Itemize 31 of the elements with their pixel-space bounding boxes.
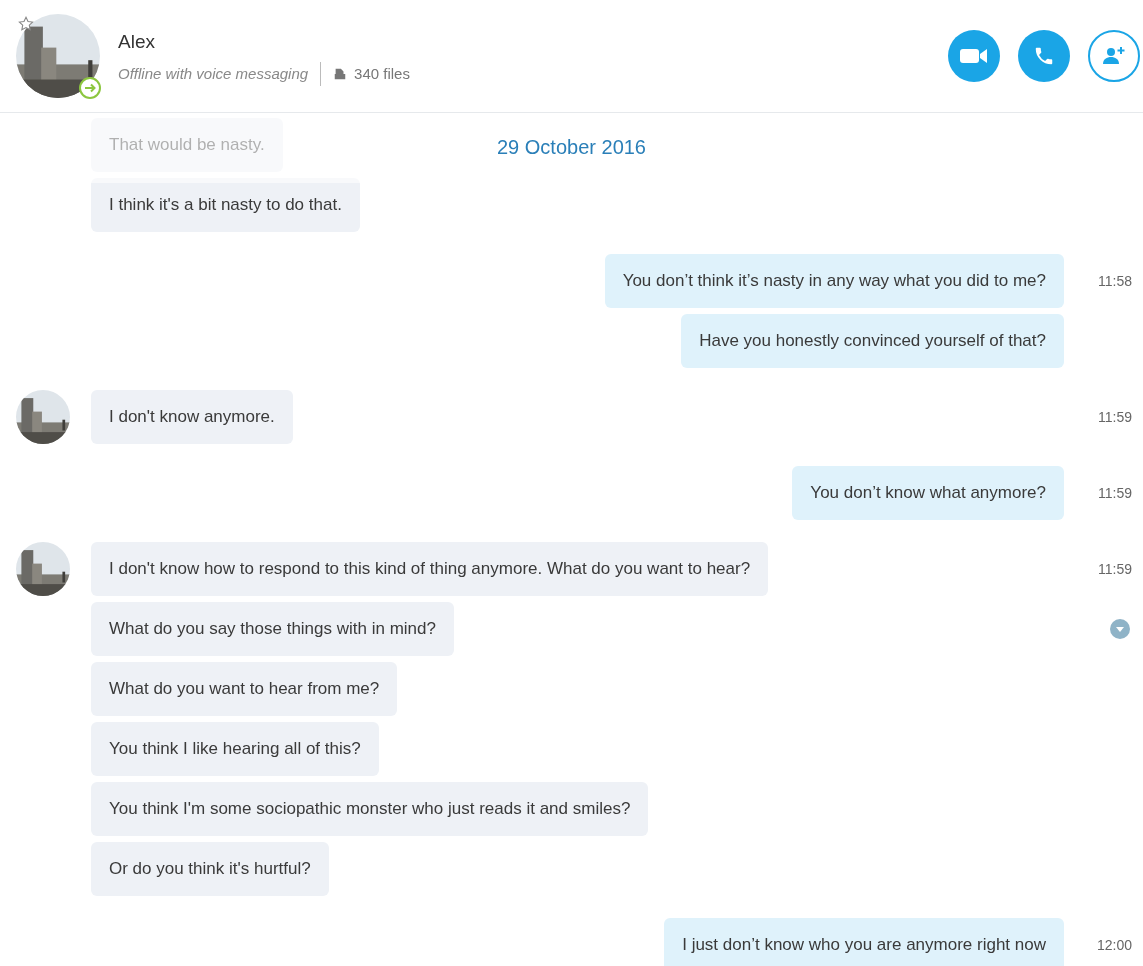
video-camera-icon [960,47,988,65]
message-bubble: I just don’t know who you are anymore right now [664,918,1064,966]
video-call-button[interactable] [948,30,1000,82]
phone-icon [1033,45,1055,67]
message-time: 11:58 [1098,271,1132,291]
contact-name: Alex [118,29,156,54]
message-time: 12:00 [1096,935,1132,955]
message-bubble: What do you say those things with in mind? [91,602,454,656]
message-bubble: That would be nasty. [91,118,283,172]
call-button[interactable] [1018,30,1070,82]
message-bubble: Or do you think it's hurtful? [91,842,329,896]
message-time: 11:59 [1098,407,1132,427]
message-bubble: You think I'm some sociopathic monster who just reads it and smiles? [91,782,649,836]
message-bubble: Have you honestly convinced yourself of that? [681,314,1064,368]
message-bubble: You don’t think it’s nasty in any way what you did to me? [604,254,1064,308]
star-icon[interactable] [17,15,35,33]
message-bubble: You think I like hearing all of this? [91,722,379,776]
files-count[interactable]: 340 files [354,63,410,86]
message-time: 11:59 [1098,483,1132,503]
message-bubble: I think it's a bit nasty to do that. [91,178,360,232]
message-menu-icon[interactable] [1110,619,1130,639]
message-bubble: I don't know anymore. [91,390,293,444]
message-bubble: What do you want to hear from me? [91,662,398,716]
add-person-icon [1101,45,1127,67]
status-text: Offline with voice messaging [118,64,309,84]
message-bubble: I don't know how to respond to this kind of thing anymore. What do you want to hear? [91,542,769,596]
status-icon [78,76,102,100]
files-icon[interactable] [333,67,348,82]
message-time: 11:59 [1098,559,1132,579]
message-bubble: You don’t know what anymore? [792,466,1064,520]
add-person-button[interactable] [1088,30,1140,82]
